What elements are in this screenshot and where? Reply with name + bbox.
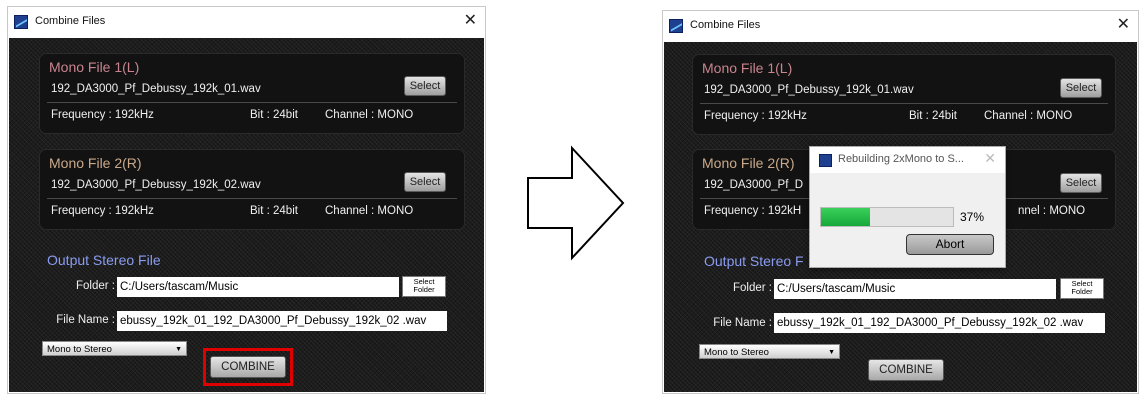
mono-file-2-filename: 192_DA3000_Pf_Debussy_192k_02.wav: [51, 179, 261, 191]
mono-file-1-select-button[interactable]: Select: [404, 76, 446, 96]
mode-dropdown[interactable]: Mono to Stereo ▼: [42, 341, 187, 356]
window-body: Mono File 1(L) 192_DA3000_Pf_Debussy_192…: [9, 38, 484, 392]
mono-file-1-panel: Mono File 1(L) 192_DA3000_Pf_Debussy_192…: [39, 53, 465, 134]
highlight-box: [203, 348, 293, 386]
select-folder-label-2: Folder: [1071, 287, 1093, 296]
file-name-label: File Name :: [56, 314, 115, 326]
divider: [700, 103, 1108, 104]
mono-file-2-title: Mono File 2(R): [49, 155, 142, 171]
progress-percent: 37%: [960, 210, 985, 224]
abort-button[interactable]: Abort: [906, 234, 994, 255]
mode-dropdown[interactable]: Mono to Stereo ▼: [699, 344, 840, 359]
mode-dropdown-value: Mono to Stereo: [47, 344, 112, 355]
close-icon[interactable]: ✕: [1117, 15, 1130, 35]
app-icon: [819, 154, 832, 167]
file-name-input[interactable]: ebussy_192k_01_192_DA3000_Pf_Debussy_192…: [117, 311, 447, 331]
progress-dialog-title-bar: Rebuilding 2xMono to S... ✕: [810, 147, 1005, 173]
select-folder-button[interactable]: Select Folder: [1060, 278, 1104, 299]
mode-dropdown-value: Mono to Stereo: [704, 347, 769, 358]
chevron-down-icon: ▼: [175, 346, 182, 353]
mono-file-1-frequency: Frequency : 192kHz: [51, 109, 154, 121]
mono-file-2-frequency: Frequency : 192kH: [704, 205, 802, 217]
mono-file-2-select-button[interactable]: Select: [404, 172, 446, 192]
divider: [47, 102, 457, 103]
mono-file-2-frequency: Frequency : 192kHz: [51, 205, 154, 217]
progress-dialog: Rebuilding 2xMono to S... ✕ 37% Abort: [809, 146, 1006, 268]
combine-button[interactable]: COMBINE: [868, 359, 944, 381]
window-title: Combine Files: [690, 19, 761, 31]
folder-input[interactable]: C:/Users/tascam/Music: [117, 277, 399, 297]
mono-file-2-panel: Mono File 2(R) 192_DA3000_Pf_Debussy_192…: [39, 149, 465, 230]
mono-file-1-bit: Bit : 24bit: [250, 109, 298, 121]
mono-file-2-select-button[interactable]: Select: [1060, 173, 1102, 193]
mono-file-1-title: Mono File 1(L): [702, 60, 793, 76]
mono-file-1-channel: Channel : MONO: [325, 109, 414, 121]
output-stereo-file-title: Output Stereo File: [47, 252, 161, 268]
title-bar: Combine Files ✕: [8, 7, 485, 38]
folder-label: Folder :: [733, 282, 772, 294]
mono-file-1-title: Mono File 1(L): [49, 59, 140, 75]
select-folder-label-2: Folder: [413, 285, 435, 294]
mono-file-1-bit: Bit : 24bit: [909, 110, 957, 122]
mono-file-2-channel: nnel : MONO: [1018, 205, 1086, 217]
mono-file-1-frequency: Frequency : 192kHz: [704, 110, 807, 122]
folder-input[interactable]: C:/Users/tascam/Music: [774, 279, 1056, 299]
window-title: Combine Files: [35, 15, 106, 27]
right-arrow-icon: [527, 145, 625, 261]
folder-label: Folder :: [76, 280, 115, 292]
output-stereo-file-title: Output Stereo F: [704, 253, 804, 269]
mono-file-2-filename: 192_DA3000_Pf_D: [704, 179, 804, 191]
app-icon: [14, 15, 28, 29]
file-name-input[interactable]: ebussy_192k_01_192_DA3000_Pf_Debussy_192…: [774, 313, 1105, 333]
file-name-label: File Name :: [713, 317, 772, 329]
app-icon: [669, 19, 683, 33]
mono-file-1-panel: Mono File 1(L) 192_DA3000_Pf_Debussy_192…: [692, 54, 1116, 135]
progress-dialog-title: Rebuilding 2xMono to S...: [838, 153, 964, 165]
mono-file-2-bit: Bit : 24bit: [250, 205, 298, 217]
mono-file-1-select-button[interactable]: Select: [1060, 78, 1102, 98]
title-bar: Combine Files ✕: [663, 11, 1138, 42]
progress-bar-fill: [821, 208, 870, 226]
select-folder-button[interactable]: Select Folder: [402, 276, 446, 297]
mono-file-2-channel: Channel : MONO: [325, 205, 414, 217]
divider: [47, 198, 457, 199]
mono-file-2-title: Mono File 2(R): [702, 155, 795, 171]
close-icon: ✕: [984, 150, 996, 166]
close-icon[interactable]: ✕: [464, 11, 477, 31]
progress-bar: [820, 207, 954, 227]
mono-file-1-channel: Channel : MONO: [984, 110, 1073, 122]
mono-file-1-filename: 192_DA3000_Pf_Debussy_192k_01.wav: [704, 84, 914, 96]
mono-file-1-filename: 192_DA3000_Pf_Debussy_192k_01.wav: [51, 83, 261, 95]
chevron-down-icon: ▼: [828, 349, 835, 356]
combine-files-window-before: Combine Files ✕ Mono File 1(L) 192_DA300…: [7, 6, 486, 394]
